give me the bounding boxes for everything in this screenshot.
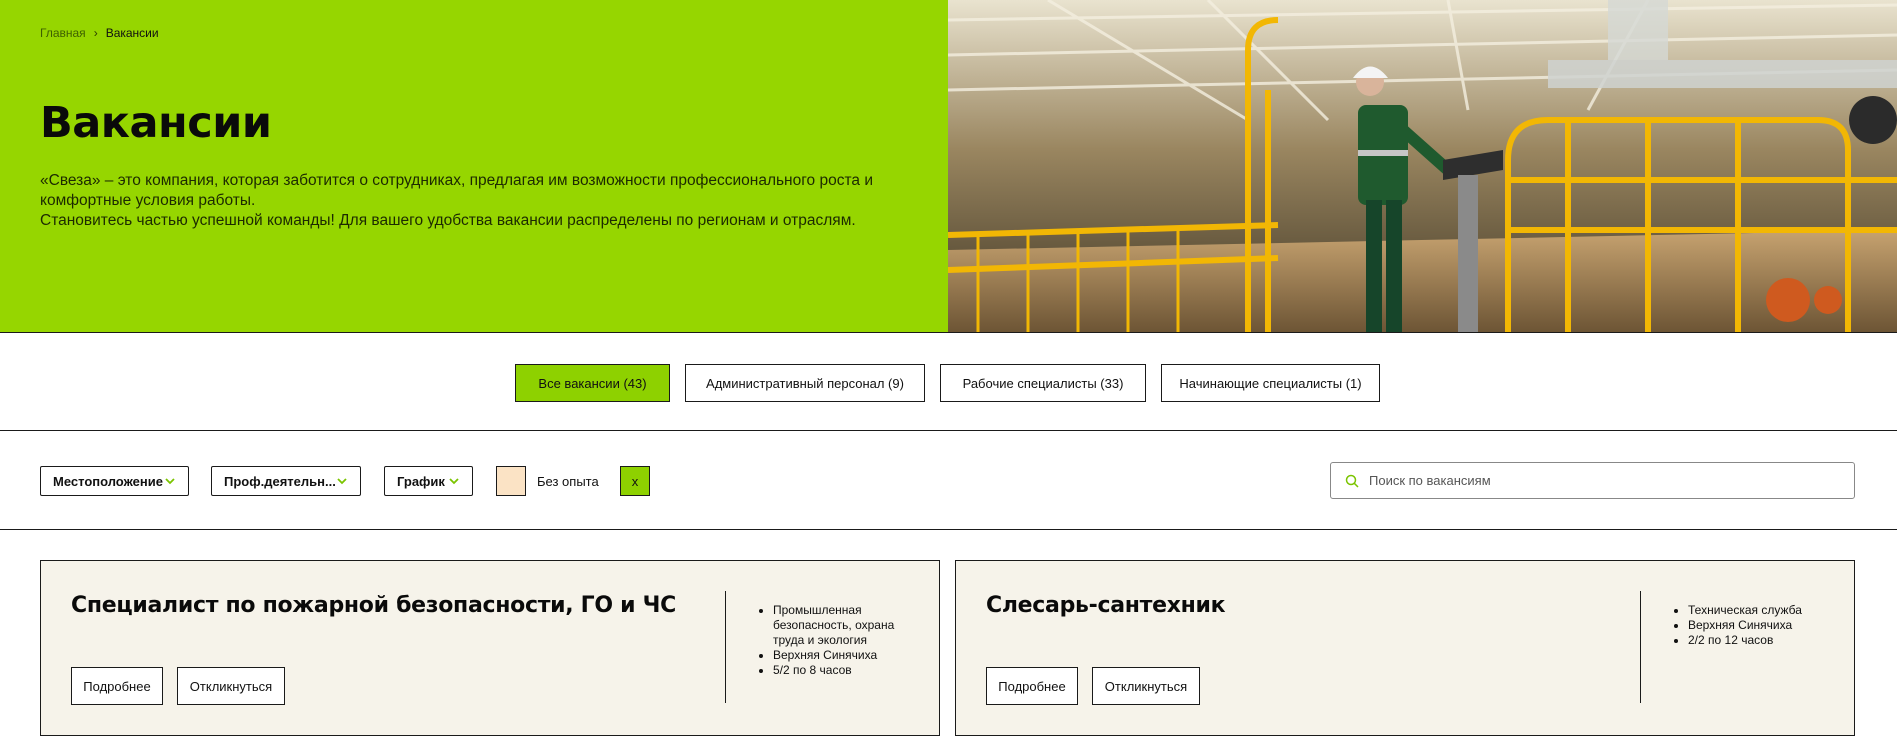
schedule-dropdown[interactable]: График (384, 466, 473, 496)
apply-button[interactable]: Откликнуться (177, 667, 285, 705)
vacancy-meta-schedule: 2/2 по 12 часов (1672, 633, 1822, 648)
factory-illustration (948, 0, 1897, 332)
chevron-down-icon (449, 478, 459, 485)
clear-filters-button[interactable]: x (620, 466, 650, 496)
hero-description-line-2: Становитесь частью успешной команды! Для… (40, 212, 856, 229)
vacancy-title[interactable]: Специалист по пожарной безопасности, ГО … (71, 593, 676, 618)
tab-administrative-staff[interactable]: Административный персонал (9) (685, 364, 925, 402)
vacancy-meta-schedule: 5/2 по 8 часов (757, 663, 907, 678)
tab-all-vacancies[interactable]: Все вакансии (43) (515, 364, 670, 402)
breadcrumb-separator-icon: › (93, 26, 98, 40)
tab-workers[interactable]: Рабочие специалисты (33) (940, 364, 1146, 402)
chevron-down-icon (337, 478, 347, 485)
vacancy-meta-list: Техническая служба Верхняя Синячиха 2/2 … (1672, 603, 1822, 648)
apply-button[interactable]: Откликнуться (1092, 667, 1200, 705)
tab-beginners[interactable]: Начинающие специалисты (1) (1161, 364, 1380, 402)
breadcrumb: Главная › Вакансии (40, 26, 159, 40)
vacancy-card: Специалист по пожарной безопасности, ГО … (40, 560, 940, 736)
hero-description: «Свеза» – это компания, которая заботитс… (40, 171, 920, 231)
search-box (1330, 462, 1855, 499)
hero-description-line-1: «Свеза» – это компания, которая заботитс… (40, 172, 873, 209)
profession-dropdown-label: Проф.деятельн... (224, 473, 336, 489)
hero-factory-image (948, 0, 1897, 332)
location-dropdown-label: Местоположение (53, 473, 163, 489)
vacancy-card: Слесарь-сантехник Подробнее Откликнуться… (955, 560, 1855, 736)
page-title: Вакансии (40, 98, 272, 148)
vacancy-category-tabs: Все вакансии (43) Административный персо… (0, 333, 1897, 431)
no-experience-label: Без опыта (537, 474, 599, 489)
details-button[interactable]: Подробнее (71, 667, 163, 705)
search-icon (1345, 474, 1359, 488)
vacancy-meta-location: Верхняя Синячиха (757, 648, 907, 663)
breadcrumb-home-link[interactable]: Главная (40, 26, 86, 40)
card-divider (725, 591, 726, 703)
vacancy-meta-list: Промышленная безопасность, охрана труда … (757, 603, 907, 678)
no-experience-checkbox[interactable] (496, 466, 526, 496)
filters-bar: Местоположение Проф.деятельн... График Б… (0, 431, 1897, 530)
vacancy-meta-field: Техническая служба (1672, 603, 1822, 618)
vacancy-meta-field: Промышленная безопасность, охрана труда … (757, 603, 907, 648)
search-input[interactable] (1369, 473, 1829, 488)
details-button[interactable]: Подробнее (986, 667, 1078, 705)
vacancy-title[interactable]: Слесарь-сантехник (986, 593, 1226, 618)
card-divider (1640, 591, 1641, 703)
location-dropdown[interactable]: Местоположение (40, 466, 189, 496)
profession-dropdown[interactable]: Проф.деятельн... (211, 466, 361, 496)
hero-text-panel: Главная › Вакансии Вакансии «Свеза» – эт… (0, 0, 948, 332)
chevron-down-icon (165, 478, 175, 485)
schedule-dropdown-label: График (397, 473, 445, 489)
vacancy-meta-location: Верхняя Синячиха (1672, 618, 1822, 633)
breadcrumb-current: Вакансии (105, 26, 159, 40)
hero-section: Главная › Вакансии Вакансии «Свеза» – эт… (0, 0, 1897, 333)
